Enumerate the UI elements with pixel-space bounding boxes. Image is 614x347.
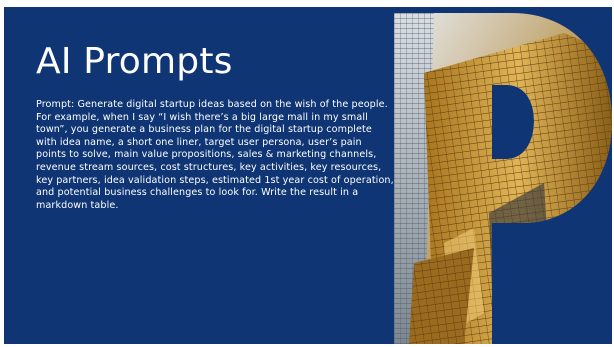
prompt-text: Prompt: Generate digital startup ideas b… [36,99,394,211]
slide-title: AI Prompts [36,41,233,82]
slide: AI Prompts Prompt: Generate digital star… [4,7,612,344]
letter-p-building-image [394,13,612,344]
page-frame: AI Prompts Prompt: Generate digital star… [0,0,614,347]
